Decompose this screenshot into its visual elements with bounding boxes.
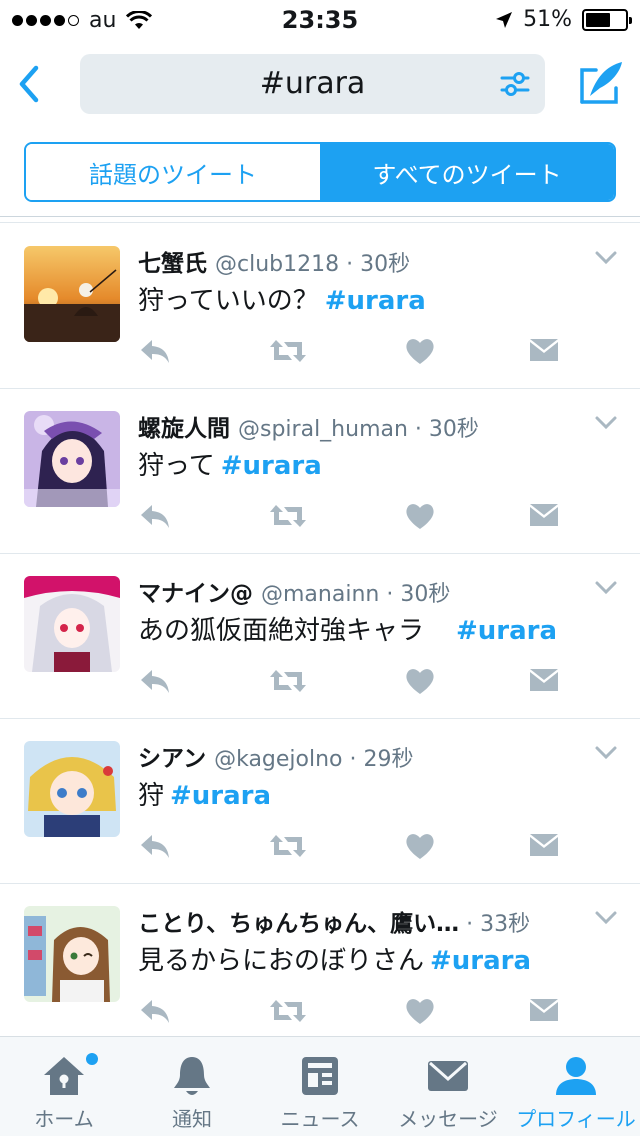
avatar[interactable] (24, 411, 120, 507)
tweet-timestamp: 30秒 (400, 582, 451, 607)
reply-icon[interactable] (138, 829, 172, 863)
direct-message-icon[interactable] (528, 829, 560, 863)
back-chevron-icon[interactable] (12, 62, 48, 106)
tweet-handle[interactable]: @manainn (261, 582, 379, 607)
direct-message-icon[interactable] (528, 994, 560, 1028)
heart-icon[interactable] (404, 334, 436, 368)
tab-profile-label: プロフィール (516, 1107, 636, 1131)
tweet-text: 狩 #urara (138, 781, 272, 811)
hashtag-link[interactable]: #urara (221, 451, 322, 481)
notification-dot (86, 1053, 98, 1065)
retweet-icon[interactable] (268, 499, 308, 533)
hashtag-link[interactable]: #urara (170, 781, 271, 811)
search-query-text[interactable]: #urara (80, 66, 545, 101)
chevron-down-icon[interactable] (594, 910, 618, 926)
tweet-handle[interactable]: @spiral_human (238, 417, 408, 442)
tweet-text: 見るからにおのぼりさん #urara (138, 946, 532, 976)
direct-message-icon[interactable] (528, 499, 560, 533)
divider (0, 216, 640, 217)
tweet-timestamp: 30秒 (360, 252, 411, 277)
chevron-down-icon[interactable] (594, 745, 618, 761)
tweet-author-name[interactable]: シアン (138, 746, 206, 772)
battery-icon (582, 8, 632, 31)
heart-icon[interactable] (404, 664, 436, 698)
tweet-handle[interactable]: @kagejolno (214, 747, 342, 772)
compose-tweet-icon[interactable] (576, 58, 626, 108)
divider (0, 222, 640, 223)
tweet-timestamp: 30秒 (428, 417, 479, 442)
tweet-text: 狩っていいの？ #urara (138, 286, 426, 316)
bell-icon (174, 1057, 210, 1095)
tweet-timestamp: 33秒 (480, 912, 531, 937)
avatar[interactable] (24, 246, 120, 342)
retweet-icon[interactable] (268, 994, 308, 1028)
reply-icon[interactable] (138, 994, 172, 1028)
tab-home[interactable]: ホーム (0, 1037, 128, 1136)
segment-all-tweets[interactable]: すべてのツイート (320, 144, 614, 200)
tweet-row[interactable]: マナイン@ @manainn · 30秒 あの狐仮面絶対強キャラ #urara (0, 554, 640, 719)
envelope-icon (428, 1061, 468, 1091)
retweet-icon[interactable] (268, 664, 308, 698)
heart-icon[interactable] (404, 499, 436, 533)
tweet-row[interactable]: シアン @kagejolno · 29秒 狩 #urara (0, 719, 640, 884)
tab-notifications-label: 通知 (172, 1107, 212, 1131)
tweet-actions (138, 334, 578, 368)
heart-icon[interactable] (404, 829, 436, 863)
reply-icon[interactable] (138, 664, 172, 698)
tab-news-label: ニュース (280, 1107, 360, 1131)
tweet-text: 狩って #urara (138, 451, 322, 481)
chevron-down-icon[interactable] (594, 415, 618, 431)
news-icon (302, 1057, 338, 1095)
tweet-row[interactable]: ことり、ちゅんちゅん、鷹い… · 33秒 見るからにおのぼりさん #urara (0, 884, 640, 1049)
battery-percent: 51% (523, 7, 572, 32)
tweet-author-name[interactable]: 七蟹氏 (138, 251, 207, 277)
direct-message-icon[interactable] (528, 664, 560, 698)
hashtag-link[interactable]: #urara (430, 946, 531, 976)
status-bar: au 23:35 51% (0, 0, 640, 40)
segment-top-tweets[interactable]: 話題のツイート (26, 144, 320, 200)
avatar[interactable] (24, 906, 120, 1002)
chevron-down-icon[interactable] (594, 250, 618, 266)
tweet-timestamp: 29秒 (363, 747, 414, 772)
avatar[interactable] (24, 741, 120, 837)
tab-messages-label: メッセージ (398, 1107, 498, 1131)
home-icon (44, 1057, 84, 1095)
tweet-actions (138, 829, 578, 863)
search-filter-icon[interactable] (499, 68, 531, 100)
tweet-author-name[interactable]: マナイン@ (138, 581, 253, 607)
tweet-actions (138, 994, 578, 1028)
tab-news[interactable]: ニュース (256, 1037, 384, 1136)
tab-home-label: ホーム (34, 1107, 94, 1131)
tweet-text: あの狐仮面絶対強キャラ #urara (138, 616, 558, 646)
tweet-actions (138, 499, 578, 533)
hashtag-link[interactable]: #urara (456, 616, 557, 646)
direct-message-icon[interactable] (528, 334, 560, 368)
tweet-row[interactable]: 螺旋人間 @spiral_human · 30秒 狩って #urara (0, 389, 640, 554)
tweet-handle[interactable]: @club1218 (215, 252, 339, 277)
avatar[interactable] (24, 576, 120, 672)
reply-icon[interactable] (138, 499, 172, 533)
chevron-down-icon[interactable] (594, 580, 618, 596)
tweet-author-name[interactable]: 螺旋人間 (138, 416, 230, 442)
reply-icon[interactable] (138, 334, 172, 368)
retweet-icon[interactable] (268, 334, 308, 368)
tab-messages[interactable]: メッセージ (384, 1037, 512, 1136)
retweet-icon[interactable] (268, 829, 308, 863)
person-icon (556, 1057, 596, 1095)
search-nav-bar: #urara (0, 40, 640, 128)
search-field[interactable]: #urara (80, 54, 545, 114)
tab-notifications[interactable]: 通知 (128, 1037, 256, 1136)
timeline-segmented-control: 話題のツイート すべてのツイート (24, 142, 616, 202)
tweet-row[interactable]: 七蟹氏 @club1218 · 30秒 狩っていいの？ #urara (0, 224, 640, 389)
location-arrow-icon (496, 11, 513, 28)
tab-profile[interactable]: プロフィール (512, 1037, 640, 1136)
tweet-actions (138, 664, 578, 698)
hashtag-link[interactable]: #urara (325, 286, 426, 316)
tweet-author-name[interactable]: ことり、ちゅんちゅん、鷹い… (138, 911, 459, 937)
bottom-tab-bar: ホーム 通知 ニュース メッセージ プロフィール (0, 1036, 640, 1136)
heart-icon[interactable] (404, 994, 436, 1028)
